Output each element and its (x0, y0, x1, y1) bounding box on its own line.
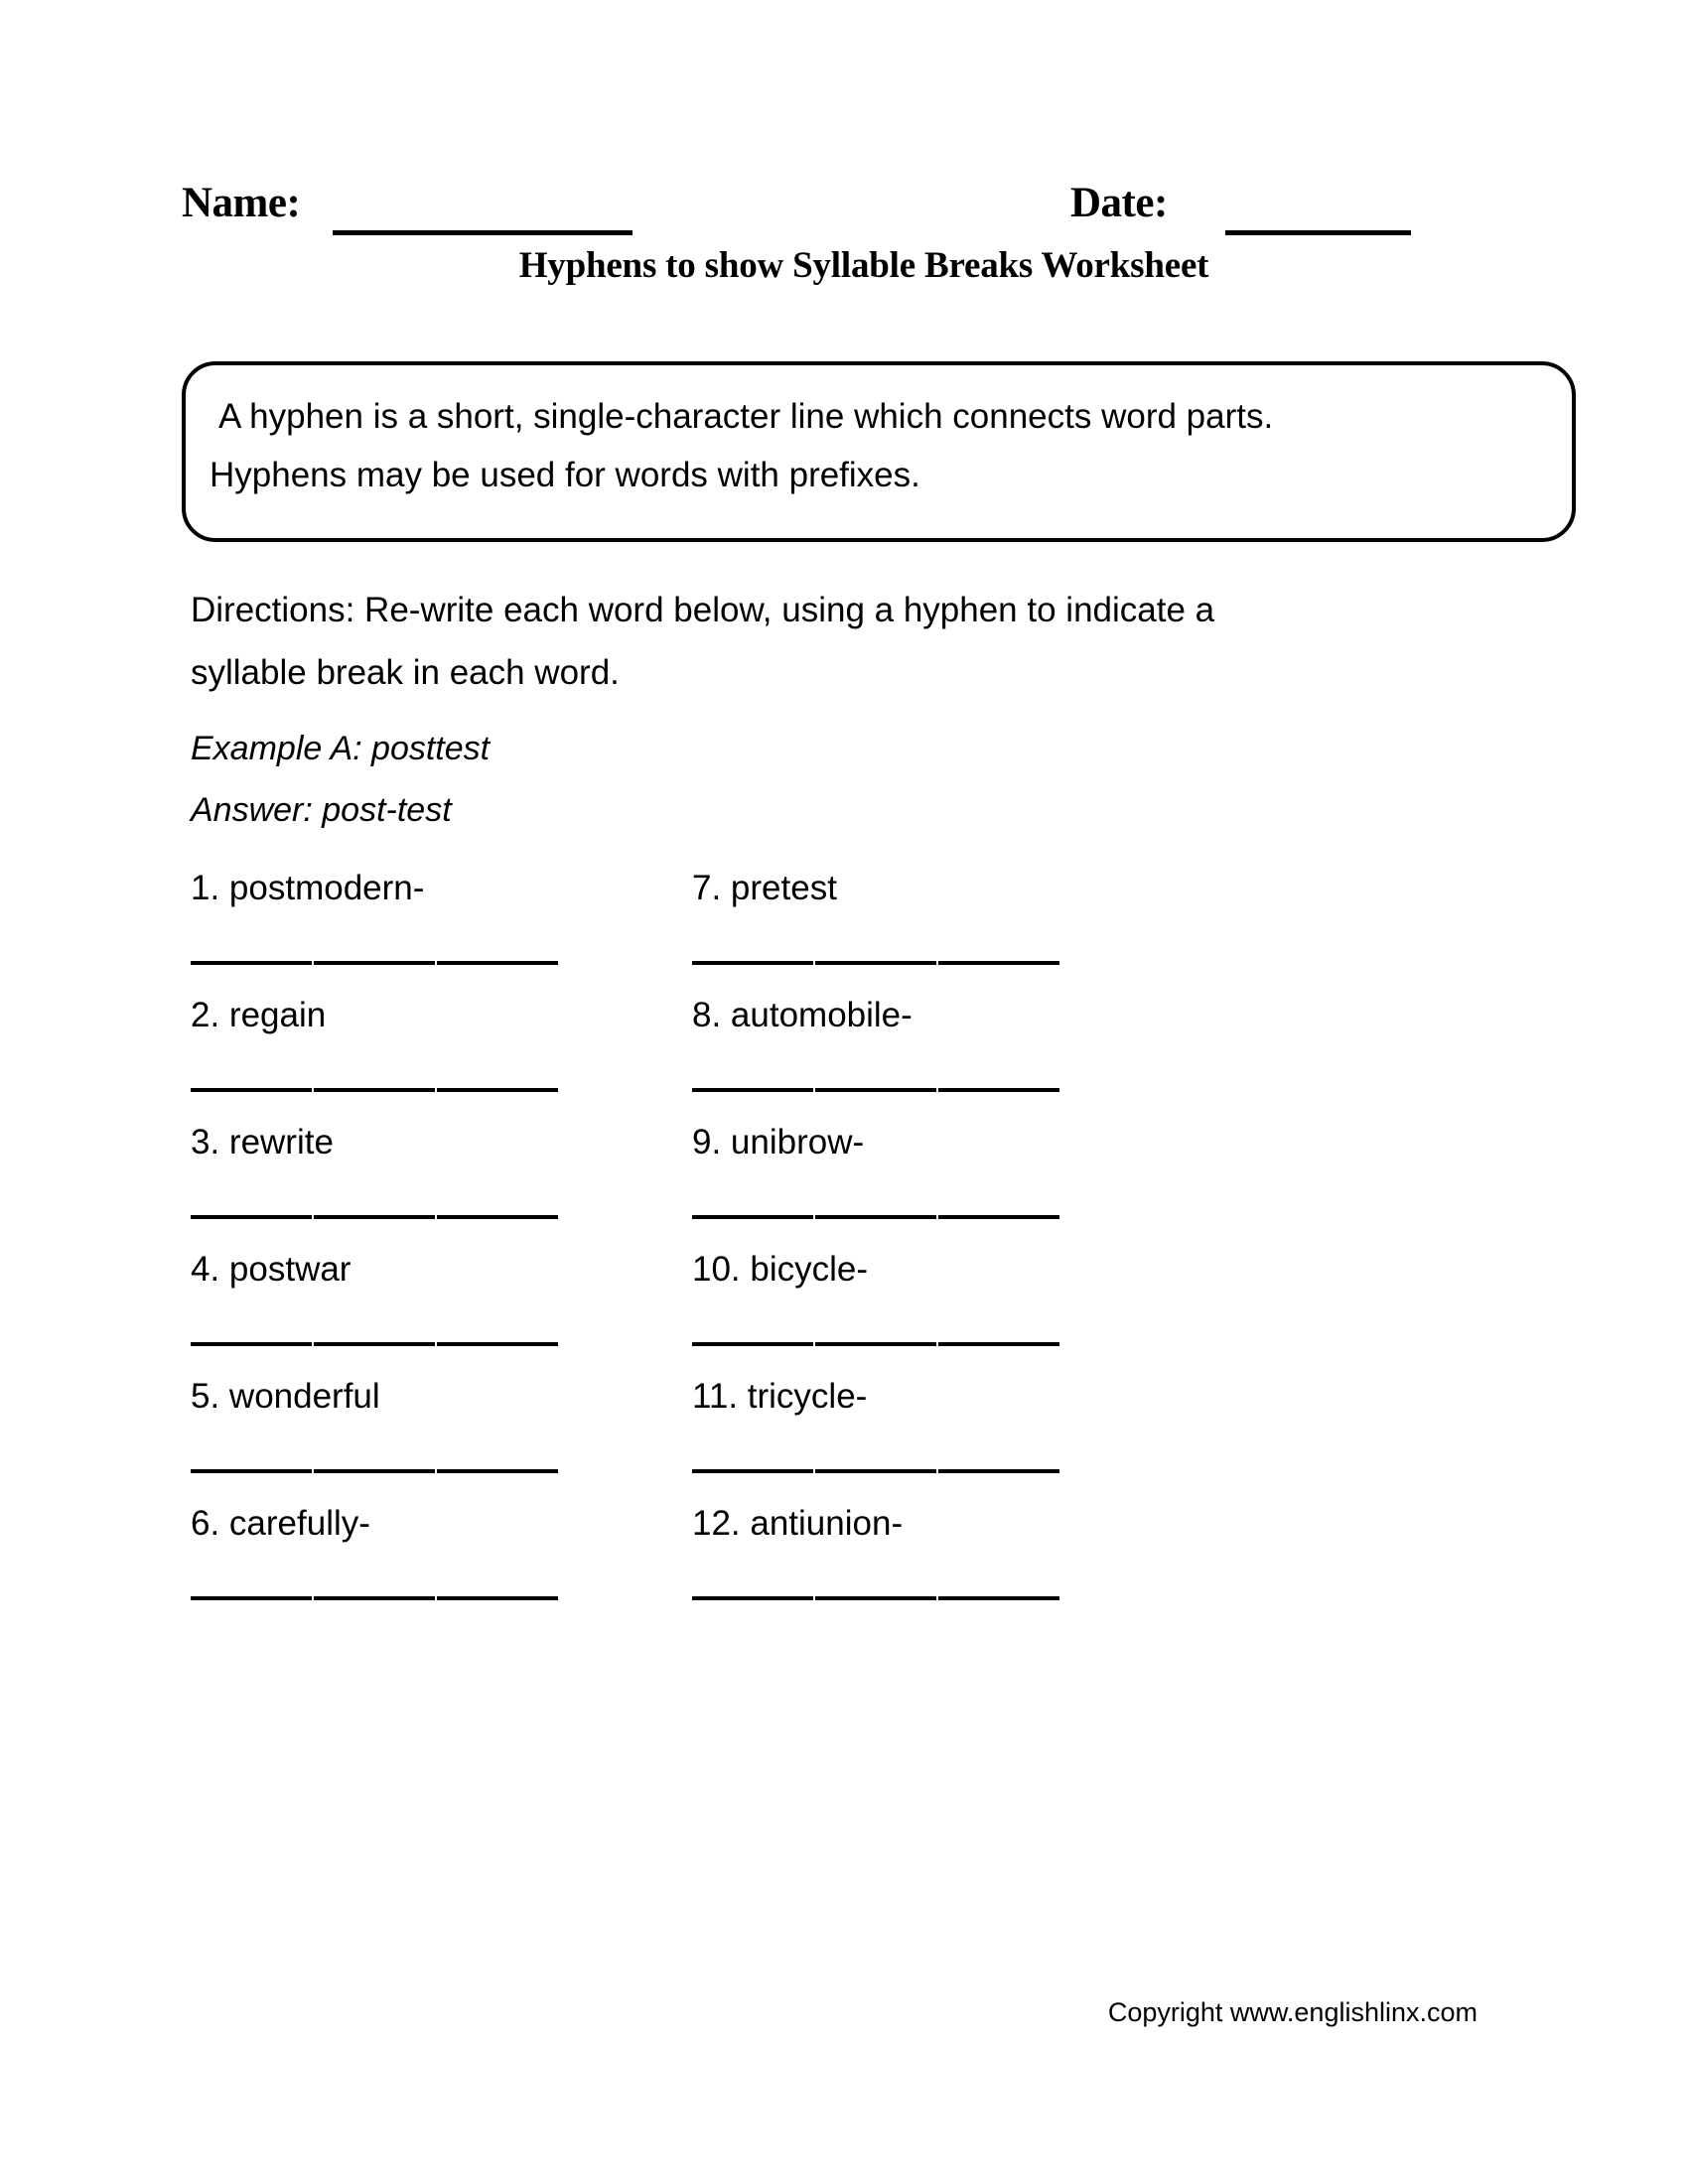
question-item: 7. pretest (692, 866, 1198, 993)
definition-box: A hyphen is a short, single-character li… (182, 361, 1576, 542)
date-label: Date: (1070, 180, 1168, 226)
name-label: Name: (182, 180, 301, 226)
question-item: 8. automobile- (692, 993, 1198, 1120)
question-label: 4. postwar (191, 1250, 352, 1289)
answer-line[interactable] (191, 961, 558, 965)
copyright-footer: Copyright www.englishlinx.com (1107, 1997, 1477, 2027)
question-label: 7. pretest (692, 869, 837, 907)
answer-line[interactable] (692, 1215, 1059, 1219)
worksheet-page: Name: Date: Hyphens to show Syllable Bre… (0, 0, 1688, 2184)
question-label: 2. regain (191, 996, 327, 1034)
directions-line-1: Directions: Re-write each word below, us… (191, 591, 1215, 629)
answer-line[interactable] (692, 1088, 1059, 1092)
question-label: 3. rewrite (191, 1123, 334, 1161)
example-prompt: Example A: posttest (191, 730, 491, 767)
question-label: 8. automobile- (692, 996, 913, 1034)
questions-column-left: 1. postmodern- 2. regain 3. rewrite 4. p… (191, 866, 697, 1628)
question-label: 9. unibrow- (692, 1123, 865, 1161)
question-label: 12. antiunion- (692, 1504, 904, 1543)
answer-line[interactable] (692, 1596, 1059, 1600)
question-item: 9. unibrow- (692, 1120, 1198, 1247)
question-item: 10. bicycle- (692, 1247, 1198, 1374)
answer-line[interactable] (191, 1469, 558, 1473)
question-item: 5. wonderful (191, 1374, 697, 1501)
question-label: 1. postmodern- (191, 869, 425, 907)
answer-line[interactable] (692, 961, 1059, 965)
date-blank-line[interactable] (1225, 230, 1411, 235)
question-item: 11. tricycle- (692, 1374, 1198, 1501)
question-label: 10. bicycle- (692, 1250, 869, 1289)
directions-line-2: syllable break in each word. (191, 653, 620, 692)
name-date-row: Name: Date: (182, 179, 1413, 240)
page-title: Hyphens to show Syllable Breaks Workshee… (518, 245, 1209, 286)
answer-line[interactable] (692, 1342, 1059, 1346)
definition-line-1: A hyphen is a short, single-character li… (218, 397, 1274, 436)
definition-text: A hyphen is a short, single-character li… (210, 387, 1530, 504)
name-blank-line[interactable] (333, 230, 633, 235)
questions-column-right: 7. pretest 8. automobile- 9. unibrow- 10… (692, 866, 1198, 1628)
question-item: 3. rewrite (191, 1120, 697, 1247)
question-item: 2. regain (191, 993, 697, 1120)
answer-line[interactable] (692, 1469, 1059, 1473)
answer-line[interactable] (191, 1088, 558, 1092)
question-item: 12. antiunion- (692, 1501, 1198, 1628)
question-label: 11. tricycle- (692, 1377, 868, 1416)
question-item: 4. postwar (191, 1247, 697, 1374)
question-item: 6. carefully- (191, 1501, 697, 1628)
example-block: Example A: posttest Answer: post-test (191, 718, 985, 841)
answer-line[interactable] (191, 1215, 558, 1219)
question-item: 1. postmodern- (191, 866, 697, 993)
definition-line-2: Hyphens may be used for words with prefi… (210, 456, 920, 494)
question-label: 6. carefully- (191, 1504, 370, 1543)
example-answer: Answer: post-test (191, 791, 452, 829)
answer-line[interactable] (191, 1342, 558, 1346)
directions-text: Directions: Re-write each word below, us… (191, 579, 1432, 704)
question-label: 5. wonderful (191, 1377, 380, 1416)
answer-line[interactable] (191, 1596, 558, 1600)
